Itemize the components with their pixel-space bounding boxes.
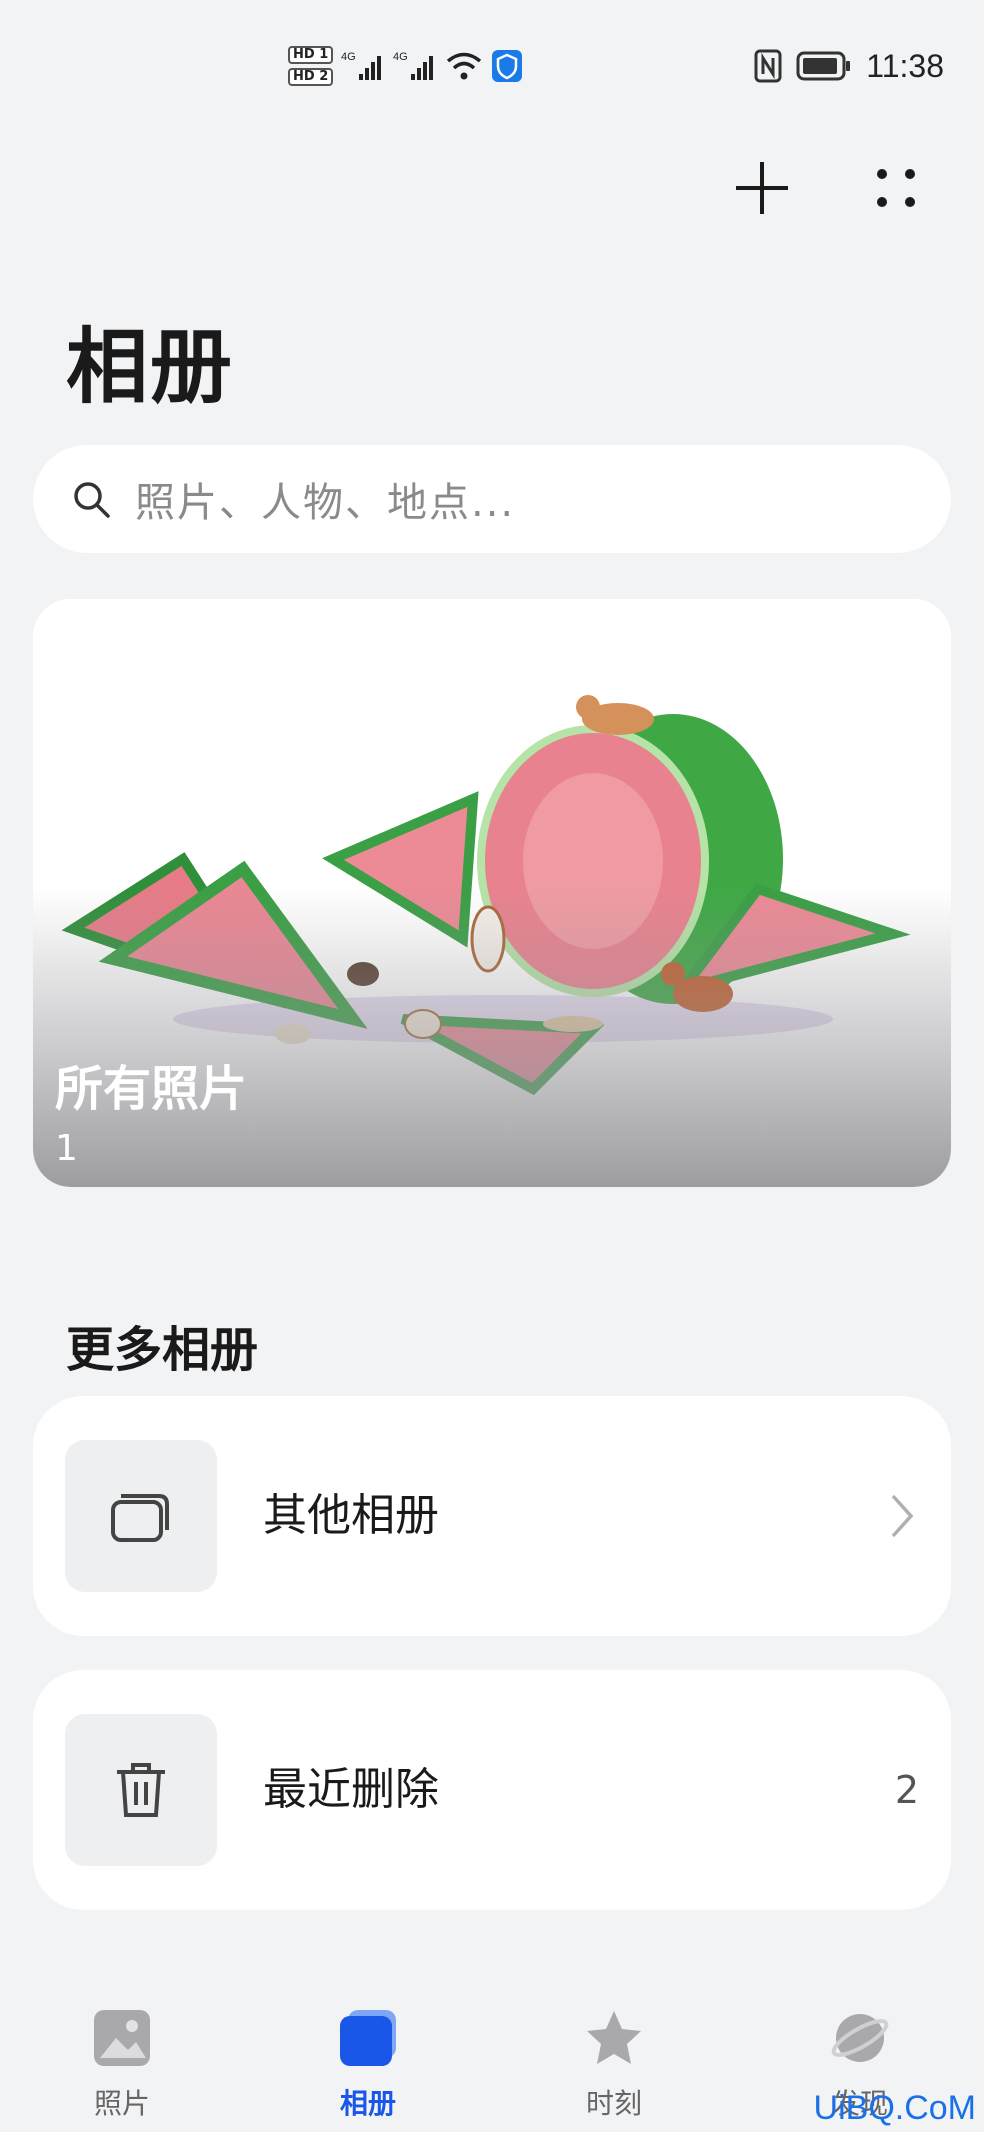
- recently-deleted-item[interactable]: 最近删除 2: [33, 1670, 951, 1910]
- chevron-right-icon: [891, 1494, 914, 1538]
- album-thumbnail: [65, 1714, 217, 1866]
- tab-moments[interactable]: 时刻: [534, 1990, 694, 2132]
- add-album-button[interactable]: [734, 160, 790, 216]
- plus-icon: [736, 162, 788, 214]
- header-actions: [734, 160, 924, 216]
- nfc-icon: [754, 49, 782, 83]
- shield-icon: [492, 50, 523, 82]
- item-count: 2: [894, 1768, 919, 1812]
- cover-overlay: [33, 887, 951, 1187]
- status-icons-right: 11:38: [754, 46, 944, 86]
- tab-label: 时刻: [585, 2087, 642, 2120]
- more-dots-icon: [877, 169, 915, 207]
- hd1-badge: HD 1: [288, 46, 334, 64]
- clock: 11:38: [866, 47, 944, 84]
- album-label: 其他相册: [263, 1490, 439, 1541]
- net1-label: 4G: [341, 51, 356, 63]
- album-title: 所有照片: [55, 1061, 248, 1117]
- section-title: 更多相册: [66, 1322, 259, 1378]
- hd2-badge: HD 2: [288, 68, 334, 86]
- all-photos-album-card[interactable]: 所有照片 1: [33, 599, 951, 1187]
- album-thumbnail: [65, 1440, 217, 1592]
- battery-icon: [796, 51, 851, 81]
- watermark: UiBQ.CoM: [813, 2089, 976, 2127]
- net2-label: 4G: [393, 51, 408, 63]
- page-title: 相册: [66, 320, 235, 415]
- tab-label: 相册: [339, 2087, 396, 2120]
- search-bar[interactable]: 照片、人物、地点...: [33, 445, 951, 553]
- search-icon: [74, 482, 110, 518]
- signal-4g-icon: 4G: [393, 51, 434, 80]
- star-icon: [587, 2011, 641, 2064]
- planet-icon: [831, 2014, 889, 2062]
- status-icons-left: HD 1 HD 2 4G 4G: [288, 46, 523, 86]
- hd-badges: HD 1 HD 2: [288, 46, 334, 86]
- wifi-icon: [447, 52, 482, 80]
- trash-icon: [117, 1763, 165, 1817]
- album-icon: [340, 2010, 396, 2066]
- album-count: 1: [55, 1128, 78, 1169]
- photo-icon: [94, 2010, 150, 2066]
- other-albums-item[interactable]: 其他相册: [33, 1396, 951, 1636]
- album-label: 最近删除: [263, 1764, 439, 1815]
- tab-label: 照片: [93, 2087, 150, 2120]
- search-input-placeholder: 照片、人物、地点...: [135, 480, 516, 526]
- more-options-button[interactable]: [868, 160, 924, 216]
- stacked-albums-icon: [111, 1494, 169, 1542]
- tab-photos[interactable]: 照片: [42, 1990, 202, 2132]
- signal-4g-icon: 4G: [341, 51, 382, 80]
- status-bar: HD 1 HD 2 4G 4G 11:38: [0, 0, 984, 110]
- tab-albums[interactable]: 相册: [288, 1990, 448, 2132]
